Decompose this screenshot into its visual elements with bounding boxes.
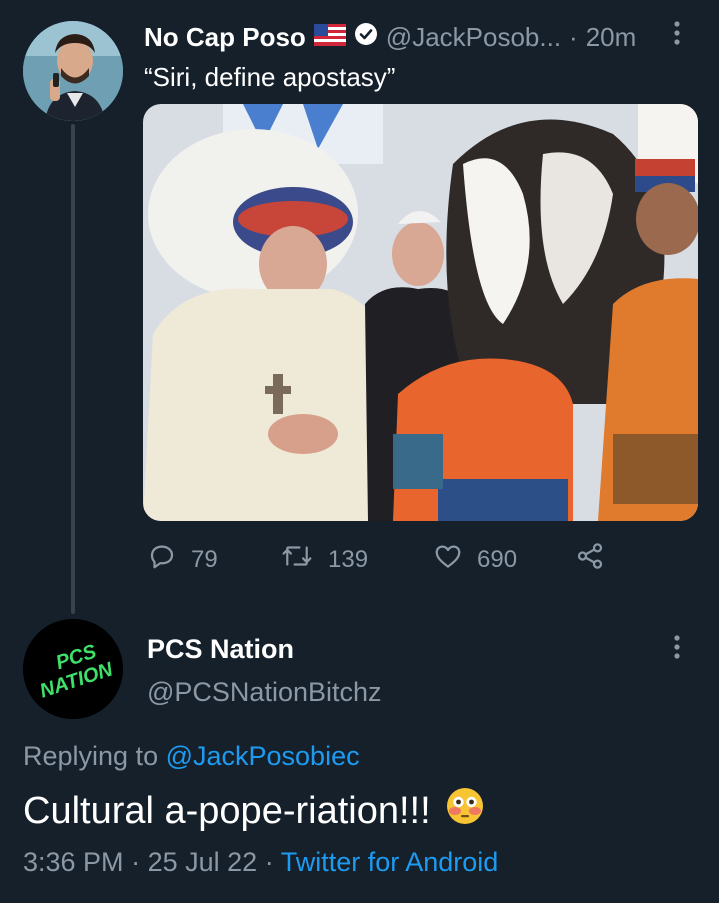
retweet-button[interactable]: 139	[280, 541, 368, 578]
share-button[interactable]	[575, 541, 605, 578]
share-icon	[575, 541, 605, 578]
like-count: 690	[477, 545, 518, 573]
separator-dot: ·	[264, 847, 274, 877]
reply-button[interactable]: 79	[147, 541, 218, 578]
replying-to-link[interactable]: @JackPosobiec	[166, 741, 360, 771]
author-name[interactable]: No Cap Poso	[144, 22, 306, 53]
reply-text-row: Cultural a-pope-riation!!!	[23, 786, 485, 836]
retweet-icon	[280, 541, 314, 578]
tweet-text: “Siri, define apostasy”	[144, 62, 396, 92]
reply-more-options-icon[interactable]	[672, 634, 682, 665]
flushed-face-emoji-icon	[445, 786, 485, 836]
reply-author-avatar[interactable]: PCS NATION	[23, 619, 123, 719]
like-button[interactable]: 690	[433, 541, 517, 578]
reply-author-handle[interactable]: @PCSNationBitchz	[147, 677, 382, 708]
tweet-timestamp[interactable]: 20m	[586, 22, 637, 53]
author-handle[interactable]: @JackPosob...	[386, 22, 561, 53]
verified-badge-icon	[354, 22, 378, 53]
tweet-action-bar: 79 139 690	[147, 541, 617, 575]
reply-date[interactable]: 25 Jul 22	[148, 847, 258, 877]
separator-dot: ·	[131, 847, 141, 877]
thread-connector-line	[71, 124, 75, 614]
us-flag-icon	[313, 22, 346, 53]
reply-source-link[interactable]: Twitter for Android	[281, 847, 499, 877]
reply-metadata: 3:36 PM · 25 Jul 22 · Twitter for Androi…	[23, 847, 498, 878]
reply-count: 79	[191, 545, 218, 573]
pcs-nation-logo: PCS NATION	[23, 619, 123, 719]
reply-text: Cultural a-pope-riation!!!	[23, 789, 431, 832]
reply-time[interactable]: 3:36 PM	[23, 847, 124, 877]
tweet-header: No Cap Poso @JackPosob... · 20m	[144, 22, 636, 53]
author-avatar[interactable]	[23, 21, 123, 121]
heart-icon	[433, 541, 463, 578]
replying-to-line: Replying to @JackPosobiec	[23, 741, 360, 772]
separator-dot: ·	[569, 22, 578, 52]
more-options-icon[interactable]	[672, 20, 682, 51]
reply-author-name[interactable]: PCS Nation	[147, 634, 294, 665]
avatar-photo	[23, 21, 123, 121]
replying-prefix: Replying to	[23, 741, 166, 771]
tweet-media-image[interactable]	[143, 104, 698, 521]
reply-icon	[147, 541, 177, 578]
retweet-count: 139	[328, 545, 369, 573]
